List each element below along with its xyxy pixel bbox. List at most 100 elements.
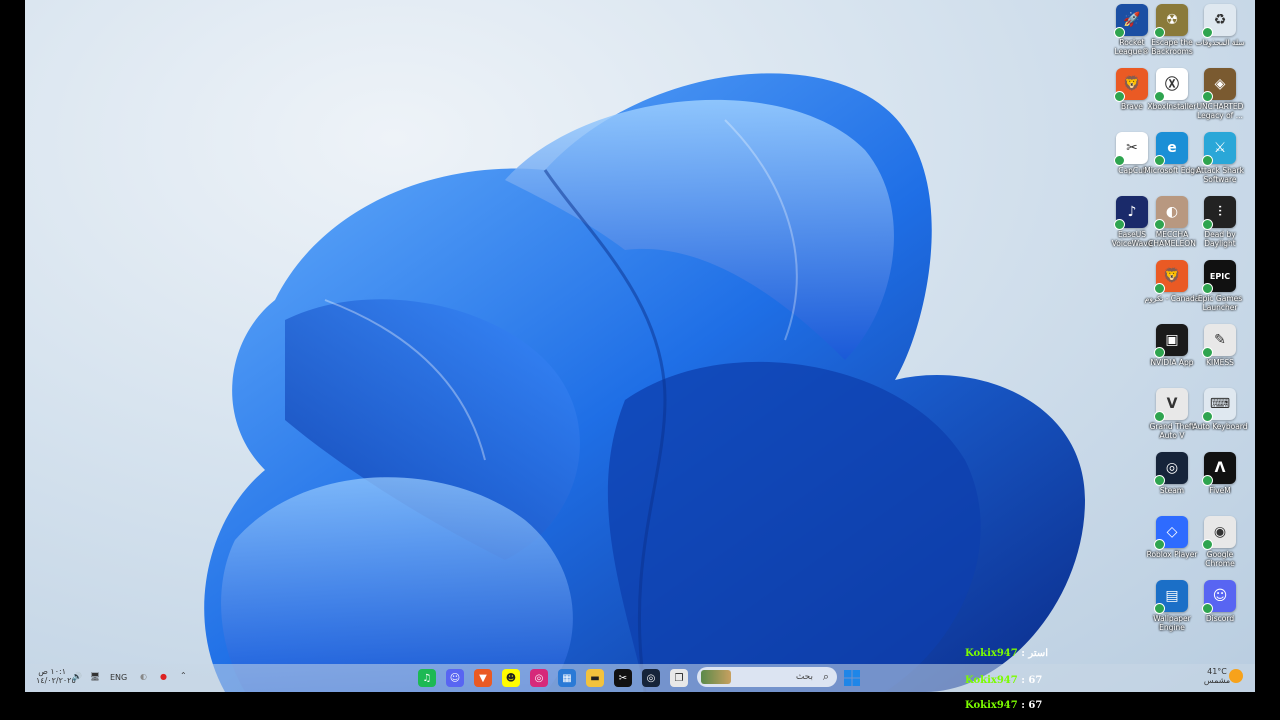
desktop-icon-chameleon[interactable]: ◐ MECCHA CHAMELEON: [1147, 196, 1197, 258]
recycle-icon: ♻: [1202, 4, 1236, 38]
clock[interactable]: ١٠:١ ص ١٤/٠٢/٢٠٢٥: [36, 667, 76, 685]
desktop-icon-epic[interactable]: EPIC Epic Games Launcher: [1195, 260, 1245, 322]
icon-glyph: ▣: [1165, 332, 1179, 348]
start-button[interactable]: [843, 669, 861, 687]
icon-glyph: ◉: [1213, 524, 1227, 540]
desktop-icon-discord[interactable]: ☺ Discord: [1195, 580, 1245, 642]
steam-icon: ◎: [646, 672, 656, 684]
desktop-icon-label: سلة المحذوفات: [1195, 38, 1245, 47]
desktop-icon-xbox[interactable]: Ⓧ XboxInstaller: [1147, 68, 1197, 130]
desktop-icon-autokb[interactable]: ⌨ Auto Keyboard: [1192, 388, 1248, 450]
chat-user: Kokix947: [965, 700, 1018, 711]
attack-icon: ⚔: [1202, 132, 1236, 166]
desktop-icon-nvidia[interactable]: ▣ NVIDIA App: [1147, 324, 1197, 386]
fivem-icon: Λ: [1202, 452, 1236, 486]
volume-icon[interactable]: 🔊: [72, 672, 82, 681]
snapchat-icon: ☻: [505, 672, 517, 684]
brave-icon: 🦁: [1114, 68, 1148, 102]
chat-line-1: Kokix947 : استر: [965, 648, 1048, 659]
desktop-icon-label: Auto Keyboard: [1192, 422, 1248, 431]
clock-time: ١٠:١ ص: [38, 667, 66, 676]
taskbar-app-taskview[interactable]: ❐: [670, 669, 688, 687]
chat-message: استر: [1028, 648, 1049, 659]
desktop-icon-uncharted[interactable]: ◈ UNCHARTED Legacy of ...: [1195, 68, 1245, 130]
taskbar-app-spotify[interactable]: ♫: [418, 669, 436, 687]
icon-glyph: ◈: [1214, 76, 1226, 92]
desktop-icon-wallpaper[interactable]: ▤ Wallpaper Engine: [1147, 580, 1197, 642]
sync-check-icon: [1202, 27, 1213, 38]
desktop-icon-label: UNCHARTED Legacy of ...: [1196, 102, 1244, 120]
icon-glyph: ☢: [1165, 12, 1179, 28]
sync-check-icon: [1154, 603, 1165, 614]
taskbar-search[interactable]: بحث ⌕: [697, 667, 837, 687]
desktop-icon-edge[interactable]: e Microsoft Edge: [1144, 132, 1200, 194]
brave-icon: ▼: [479, 672, 487, 684]
chat-sep: :: [1017, 648, 1029, 659]
tray-app-icon[interactable]: ◐: [140, 672, 147, 681]
tray-flag-icon[interactable]: ●: [160, 672, 167, 681]
desktop-icon-label: FiveM: [1209, 486, 1231, 495]
chameleon-icon: ◐: [1154, 196, 1188, 230]
rocket-icon: 🚀: [1114, 4, 1148, 38]
roblox-icon: ◇: [1154, 516, 1188, 550]
desktop-icon-steam[interactable]: ◎ Steam: [1147, 452, 1197, 514]
kimess-icon: ✎: [1202, 324, 1236, 358]
taskview-icon: ❐: [674, 672, 684, 684]
desktop-icon-attack[interactable]: ⚔ Attack Shark Software: [1195, 132, 1245, 194]
icon-glyph: e: [1167, 140, 1177, 156]
edge-icon: e: [1154, 132, 1188, 166]
xbox-icon: Ⓧ: [1154, 68, 1188, 102]
desktop-icon-label: Epic Games Launcher: [1197, 294, 1243, 312]
wallpaper-icon: ▤: [1154, 580, 1188, 614]
taskbar-app-snapchat[interactable]: ☻: [502, 669, 520, 687]
icon-glyph: Ⓧ: [1165, 77, 1179, 93]
desktop-icon-escape[interactable]: ☢ Escape the Backrooms: [1147, 4, 1197, 66]
desktop-icon-recycle[interactable]: ♻ سلة المحذوفات: [1195, 4, 1245, 66]
icon-glyph: ◐: [1165, 204, 1179, 220]
chat-message: 67: [1028, 675, 1043, 686]
icon-glyph: ◇: [1166, 524, 1178, 540]
taskbar-app-capcut[interactable]: ✂: [614, 669, 632, 687]
screen: 🚀 Rocket League® ☢ Escape the Backrooms ♻ سلة…: [0, 0, 1280, 720]
icon-glyph: ✂: [1126, 140, 1138, 156]
chevron-up-icon[interactable]: ⌃: [180, 671, 187, 680]
sync-check-icon: [1154, 283, 1165, 294]
escape-icon: ☢: [1154, 4, 1188, 38]
desktop-icon-dbd[interactable]: ⫶ Dead by Daylight: [1195, 196, 1245, 258]
icon-glyph: 🦁: [1163, 268, 1181, 284]
chat-user: Kokix947: [965, 648, 1018, 659]
sync-check-icon: [1202, 539, 1213, 550]
sync-check-icon: [1114, 155, 1125, 166]
desktop-icon-chrome[interactable]: ◉ Google Chrome: [1195, 516, 1245, 578]
capcut-icon: ✂: [1114, 132, 1148, 166]
icon-glyph: ⚔: [1213, 140, 1227, 156]
taskbar-app-instagram[interactable]: ◎: [530, 669, 548, 687]
language-indicator[interactable]: ENG: [110, 673, 127, 682]
taskbar-app-steam[interactable]: ◎: [642, 669, 660, 687]
icon-glyph: 🚀: [1123, 12, 1141, 28]
icon-glyph: EPIC: [1209, 271, 1231, 281]
icon-glyph: ⫶: [1218, 204, 1222, 220]
icon-glyph: ♻: [1213, 12, 1227, 28]
nvidia-icon: ▣: [1154, 324, 1188, 358]
explorer-icon: ▬: [590, 672, 600, 684]
taskbar-app-store[interactable]: ▦: [558, 669, 576, 687]
desktop-icon-roblox[interactable]: ◇ Roblox Player: [1147, 516, 1197, 578]
windows-logo-icon: [844, 670, 860, 686]
desktop-icon-fivem[interactable]: Λ FiveM: [1195, 452, 1245, 514]
icon-glyph: 🦁: [1123, 76, 1141, 92]
taskbar-app-discord[interactable]: ☺: [446, 669, 464, 687]
desktop-icon-brave2[interactable]: 🦁 نكروم - Canada: [1145, 260, 1199, 322]
desktop-icon-label: Google Chrome: [1205, 550, 1235, 568]
icon-glyph: ▤: [1165, 588, 1179, 604]
steam-icon: ◎: [1154, 452, 1188, 486]
desktop-icon-kimess[interactable]: ✎ KIMESS: [1195, 324, 1245, 386]
capcut-icon: ✂: [618, 672, 628, 684]
desktop[interactable]: 🚀 Rocket League® ☢ Escape the Backrooms ♻ سلة…: [25, 0, 1255, 692]
desktop-icon-gta[interactable]: V Grand Theft Auto V: [1147, 388, 1197, 450]
taskbar-app-explorer[interactable]: ▬: [586, 669, 604, 687]
taskbar-app-brave[interactable]: ▼: [474, 669, 492, 687]
network-icon[interactable]: 🖥: [90, 672, 100, 681]
spotify-icon: ♫: [422, 672, 432, 684]
icon-glyph: ◎: [1165, 460, 1179, 476]
